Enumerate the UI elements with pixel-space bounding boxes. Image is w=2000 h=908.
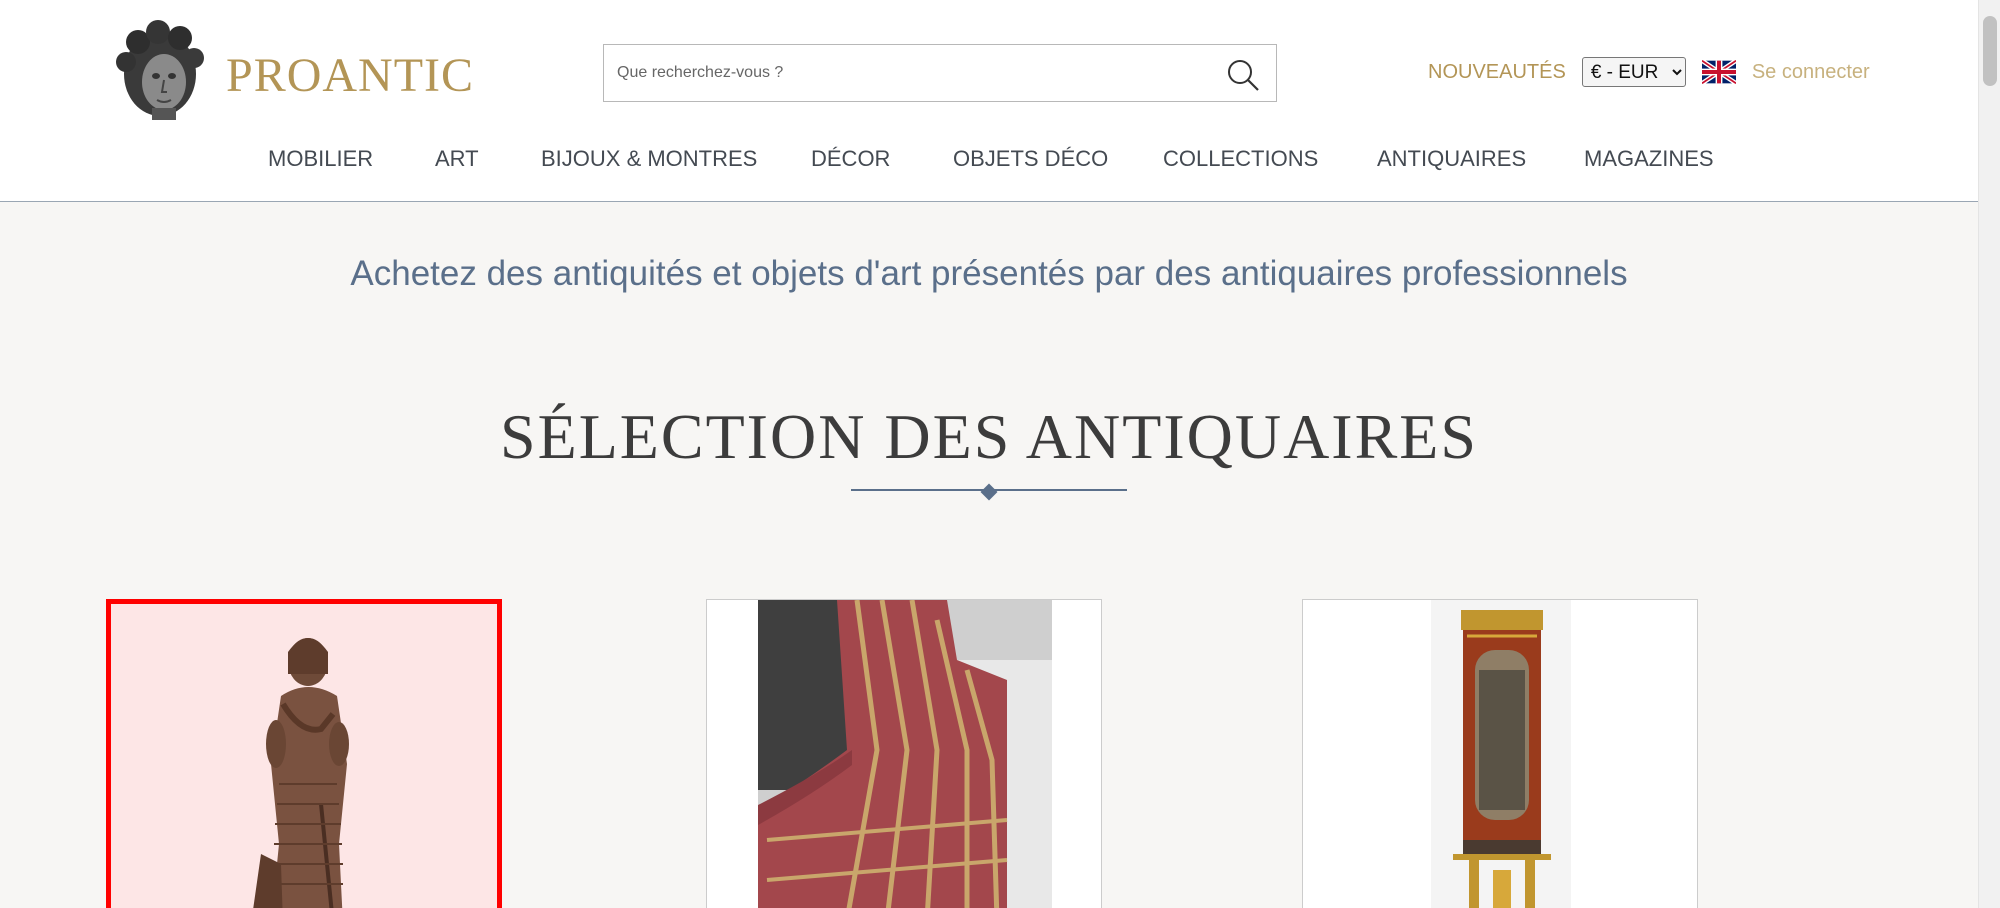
mahogany-mirror-console-image bbox=[1303, 600, 1697, 908]
page-tagline: Achetez des antiquités et objets d'art p… bbox=[350, 254, 1628, 293]
search-icon[interactable] bbox=[1226, 58, 1260, 92]
search-box bbox=[603, 44, 1277, 102]
uk-flag-icon[interactable] bbox=[1701, 60, 1736, 84]
new-arrivals-link[interactable]: NOUVEAUTÉS bbox=[1428, 61, 1566, 84]
brand-name[interactable]: PROANTIC bbox=[226, 48, 474, 103]
nav-item-bijoux-montres[interactable]: BIJOUX & MONTRES bbox=[541, 146, 757, 172]
nav-item-art[interactable]: ART bbox=[435, 146, 479, 172]
nav-item-magazines[interactable]: MAGAZINES bbox=[1584, 146, 1714, 172]
section-title: SÉLECTION DES ANTIQUAIRES bbox=[500, 401, 1478, 472]
main-nav: MOBILIER ART BIJOUX & MONTRES DÉCOR OBJE… bbox=[0, 146, 1978, 180]
page-scrollbar[interactable] bbox=[1978, 0, 2000, 908]
product-card-3[interactable] bbox=[1302, 599, 1698, 908]
product-card-2[interactable] bbox=[706, 599, 1102, 908]
bronze-statue-image bbox=[111, 604, 497, 908]
nav-item-decor[interactable]: DÉCOR bbox=[811, 146, 890, 172]
header-actions: NOUVEAUTÉS € - EUR Se connecter bbox=[1428, 56, 1870, 88]
currency-select[interactable]: € - EUR bbox=[1581, 57, 1686, 87]
logo[interactable]: PROANTIC bbox=[112, 20, 473, 122]
logo-head-icon bbox=[116, 20, 204, 120]
title-divider-ornament bbox=[980, 483, 998, 501]
product-card-1[interactable] bbox=[106, 599, 502, 908]
login-link[interactable]: Se connecter bbox=[1752, 61, 1870, 84]
nav-item-antiquaires[interactable]: ANTIQUAIRES bbox=[1377, 146, 1526, 172]
site-header: PROANTIC NOUVEAUTÉS € - EUR Se connecter… bbox=[0, 0, 1978, 202]
striped-textile-image bbox=[707, 600, 1101, 908]
nav-item-collections[interactable]: COLLECTIONS bbox=[1163, 146, 1318, 172]
search-input[interactable] bbox=[604, 45, 1204, 101]
nav-item-objets-deco[interactable]: OBJETS DÉCO bbox=[953, 146, 1108, 172]
nav-item-mobilier[interactable]: MOBILIER bbox=[268, 146, 373, 172]
scrollbar-thumb[interactable] bbox=[1983, 16, 1997, 86]
